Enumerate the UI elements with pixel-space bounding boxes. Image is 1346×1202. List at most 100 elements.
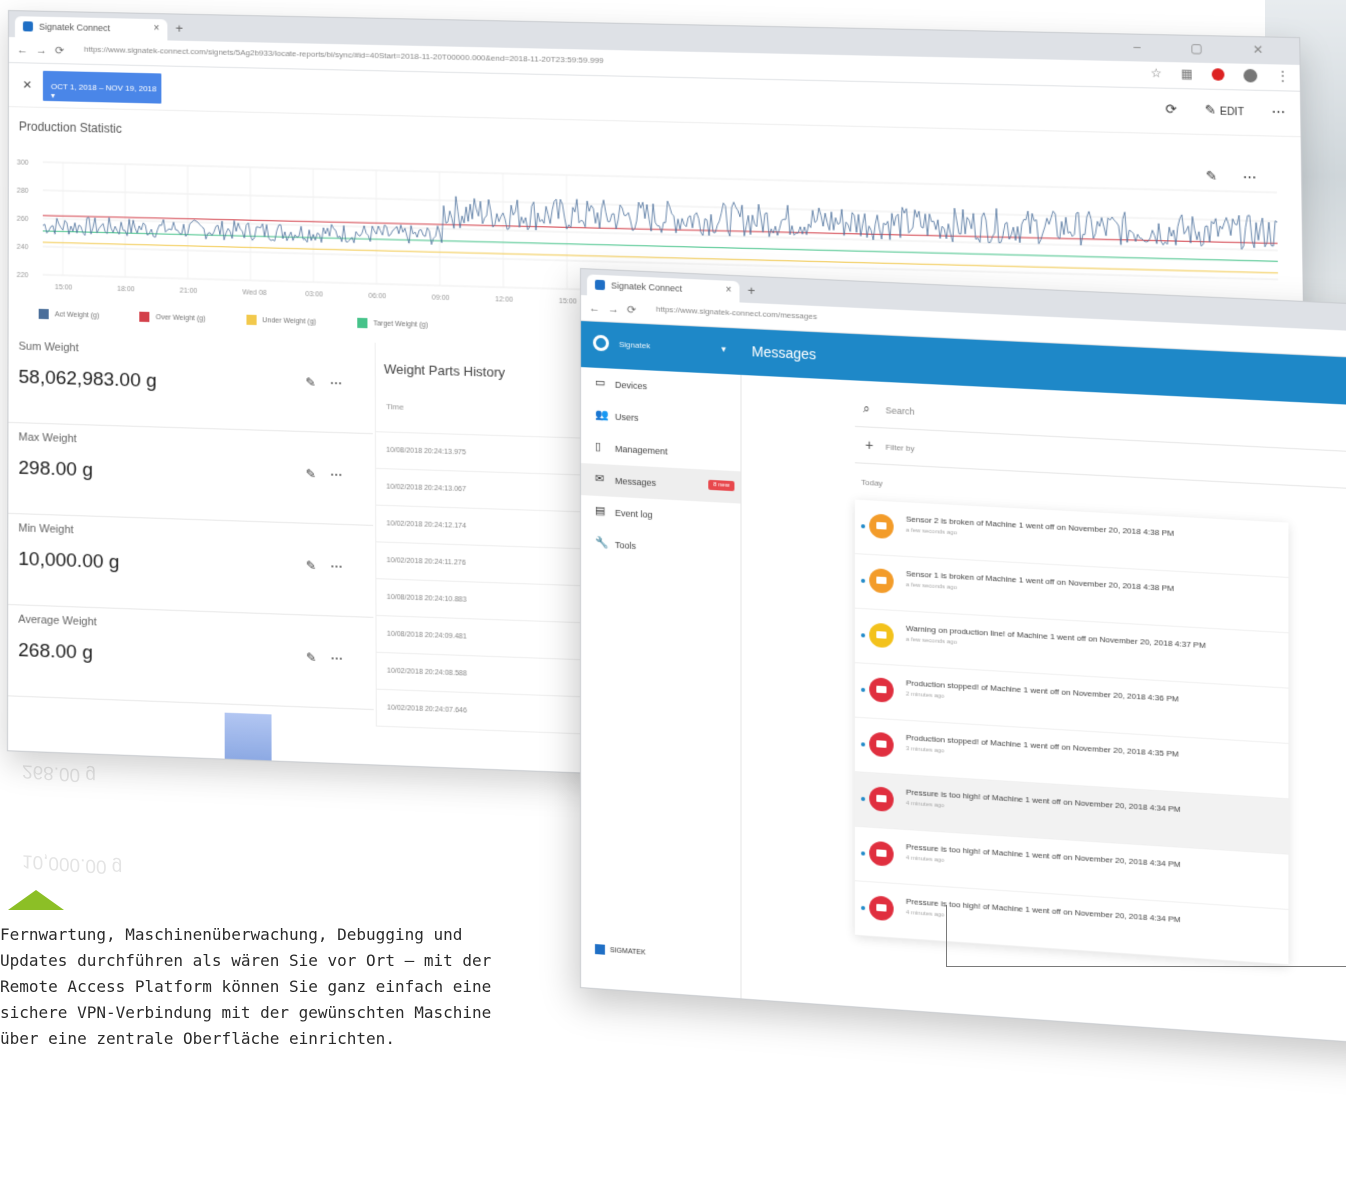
add-filter-icon[interactable]: + [865,437,873,454]
weight-parts-history: Weight Parts History Time 10/08/2018 20:… [374,342,613,736]
stat-more-icon[interactable]: ⋯ [330,376,357,391]
legend-item[interactable]: Under Weight (g) [245,314,316,327]
sidebar-item-label: Users [614,411,639,423]
stat-value: 10,000.00 g [18,548,120,574]
bookmark-star-icon[interactable]: ☆ [1150,66,1162,81]
horizontal-scroll-thumb[interactable] [224,712,272,762]
caption-line: Updates durchführen als wären Sie vor Or… [0,951,492,970]
stat-edit-icon[interactable]: ✎ [306,650,331,665]
new-tab-button[interactable]: + [175,21,183,36]
chart-legend: Act Weight (g) Over Weight (g) Under Weigh… [38,308,428,330]
callout-line [946,966,1346,967]
edit-button[interactable]: ✎ EDIT [1204,102,1244,119]
sidebar-item-label: Event log [614,507,653,520]
tab-close-icon[interactable]: × [726,285,732,296]
chart-title: Production Statistic [18,119,122,136]
stat-edit-icon[interactable]: ✎ [306,558,331,573]
caption-line: sichere VPN-Verbindung mit der gewünscht… [0,1003,492,1022]
unread-dot-icon [861,633,866,638]
stat-more-icon[interactable]: ⋯ [331,651,358,666]
stat-edit-icon[interactable]: ✎ [306,467,331,482]
caption-accent-triangle [8,890,64,910]
browser-nav-buttons[interactable]: ←→⟳ [589,301,644,317]
brand-logo-icon [594,944,605,955]
favicon-icon [594,279,605,291]
sidebar-item-label: Tools [614,539,636,552]
extension-icon[interactable]: ▦ [1181,66,1193,81]
stat-card: Sum Weight 58,062,983.00 g ✎⋯ [8,332,373,435]
legend-label: Over Weight (g) [155,313,206,323]
pencil-icon: ✎ [1204,101,1220,118]
x-tick-label: 12:00 [495,296,513,304]
legend-item[interactable]: Target Weight (g) [356,317,428,330]
legend-item[interactable]: Act Weight (g) [38,308,100,321]
stat-card: Max Weight 298.00 g ✎⋯ [8,422,374,526]
legend-label: Act Weight (g) [54,310,100,320]
y-tick-label: 240 [17,244,29,251]
search-input[interactable]: Search [885,405,914,417]
legend-swatch [139,311,150,323]
stat-more-icon[interactable]: ⋯ [330,467,357,482]
envelope-icon [869,513,894,540]
refresh-icon[interactable]: ⟳ [1165,101,1177,118]
date-range-picker[interactable]: OCT 1, 2018 – NOV 19, 2018 ▾ [42,70,162,104]
more-options-icon[interactable]: ⋯ [1271,104,1285,121]
brand-footer: SIGMATEK [594,944,646,958]
y-tick-label: 260 [17,216,29,223]
envelope-icon [869,840,894,867]
stat-label: Sum Weight [18,340,79,355]
caption-line: über eine zentrale Oberfläche einrichten… [0,1029,395,1048]
message-text: Warning on production line! of Machine 1… [905,623,1206,651]
account-icon[interactable] [592,334,609,352]
page-title: Messages [751,343,817,363]
legend-item[interactable]: Over Weight (g) [139,311,206,324]
stat-edit-icon[interactable]: ✎ [305,375,330,390]
favicon-icon [22,21,33,32]
stat-card: Min Weight 10,000.00 g ✎⋯ [8,513,374,618]
brand-name: SIGMATEK [609,946,646,957]
message-time: 4 minutes ago [905,800,945,810]
envelope-icon [869,622,894,649]
browser-menu-icon[interactable]: ⋮ [1276,69,1289,84]
users-icon: 👥 [594,408,609,422]
account-dropdown-icon[interactable]: ▾ [721,344,726,355]
chart-edit-icon[interactable]: ✎ [1206,168,1243,184]
unread-dot-icon [861,578,866,583]
sidebar-item-label: Management [614,443,668,457]
gridline [43,162,1277,192]
x-tick-label: 03:00 [305,291,323,299]
url-field[interactable]: https://www.signatek-connect.com/signets… [84,45,604,65]
unread-dot-icon [861,742,866,747]
adblock-icon[interactable] [1211,68,1225,81]
gridline [566,175,567,289]
side-navigation: ▭ Devices 👥 Users ▯ Management ✉ Messages 8 new ▤… [580,367,742,1001]
table-row[interactable]: 10/02/2018 20:24:07.646 [376,689,613,736]
window-controls[interactable]: – ▢ ✕ [1133,40,1286,58]
devices-icon: ▭ [594,376,606,390]
close-dashboard-button[interactable]: × [23,76,32,93]
account-name[interactable]: Signatek [619,340,650,351]
y-tick-label: 280 [17,188,29,195]
envelope-icon [869,677,894,703]
gridline [503,173,504,287]
chart-more-icon[interactable]: ⋯ [1243,169,1282,185]
new-tab-button[interactable]: + [748,283,756,298]
history-title: Weight Parts History [383,361,506,381]
sidebar-item-label: Devices [614,379,648,392]
messages-content: ⌕ Search + Filter by Today Sensor 2 is b… [854,390,1346,976]
stat-more-icon[interactable]: ⋯ [330,559,357,574]
url-field[interactable]: https://www.signatek-connect.com/message… [656,305,817,322]
legend-swatch [38,308,49,320]
unread-dot-icon [861,524,866,529]
tab-close-icon[interactable]: × [153,23,159,34]
messages-icon: ✉ [594,472,605,486]
stat-value: 268.00 g [18,639,93,664]
sidebar-item-label: Messages [614,475,657,489]
browser-nav-buttons[interactable]: ←→⟳ [17,43,72,57]
message-text: Production stopped! of Machine 1 went of… [905,732,1179,759]
stat-label: Max Weight [18,431,77,446]
messages-browser-window: Signatek Connect × + ←→⟳ https://www.sig… [580,268,1346,1047]
x-tick-label: 18:00 [117,286,135,294]
tab-title: Signatek Connect [610,280,683,294]
profile-avatar-icon[interactable] [1243,68,1258,83]
